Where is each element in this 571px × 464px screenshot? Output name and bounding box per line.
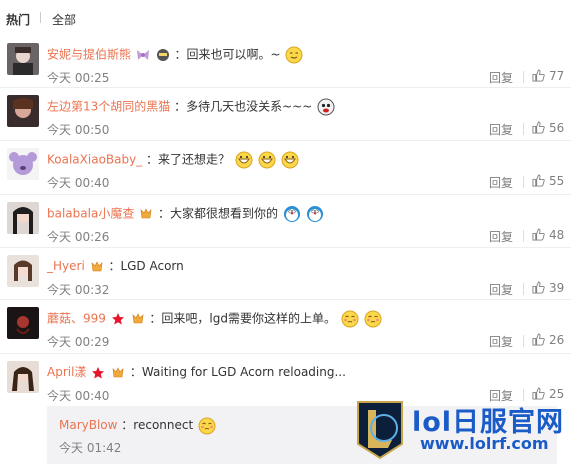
ghost-emoji-icon	[317, 98, 335, 116]
comment-username[interactable]: 安妮与提伯斯熊	[47, 48, 131, 62]
avatar[interactable]	[7, 307, 39, 339]
divider	[523, 71, 524, 83]
thumbs-up-icon	[532, 228, 545, 241]
grin-emoji-icon	[258, 151, 276, 169]
reply-button[interactable]: 回复	[489, 121, 513, 138]
avatar[interactable]	[7, 95, 39, 127]
comment-item: _Hyeri ：LGD Acorn 今天 00:32 回复 39	[0, 248, 571, 300]
member-badge-icon	[139, 207, 153, 221]
avatar[interactable]	[7, 361, 39, 393]
watermark-url: www.lolrf.com	[420, 434, 549, 453]
tab-hot[interactable]: 热门	[6, 11, 30, 28]
shy-emoji-icon	[364, 310, 382, 328]
like-button[interactable]: 26	[532, 333, 564, 347]
comment-item: 安妮与提伯斯熊 ：回来也可以啊。~ 今天 00:25 回复 77	[0, 36, 571, 88]
thumbs-up-icon	[532, 174, 545, 187]
tab-all[interactable]: 全部	[52, 11, 76, 28]
comment-text: ：回来吧，lgd需要你这样的上单。	[149, 311, 336, 326]
avatar[interactable]	[7, 255, 39, 287]
like-button[interactable]: 77	[532, 69, 564, 83]
comment-time: 今天 00:25	[47, 71, 110, 85]
comment-text: ：大家都很想看到你的	[157, 206, 278, 221]
thumbs-up-icon	[532, 333, 545, 346]
like-count: 55	[549, 174, 565, 188]
comment-time: 今天 00:40	[47, 176, 110, 190]
reply-button[interactable]: 回复	[489, 69, 513, 86]
shy-emoji-icon	[341, 310, 359, 328]
star-icon	[91, 366, 105, 380]
comment-time: 今天 00:40	[47, 389, 110, 403]
comment-item: KoalaXiaoBaby_ ：来了还想走？ 今天 00:40 回复 55	[0, 141, 571, 195]
doraemon-emoji-icon	[283, 205, 301, 223]
star-icon	[111, 312, 125, 326]
comment-time: 今天 00:50	[47, 123, 110, 137]
divider	[523, 123, 524, 135]
reply-button[interactable]: 回复	[489, 333, 513, 350]
member-badge-icon	[111, 366, 125, 380]
comment-time: 今天 00:29	[47, 335, 110, 349]
like-count: 26	[549, 333, 565, 347]
reply-button[interactable]: 回复	[489, 281, 513, 298]
doraemon-emoji-icon	[306, 205, 324, 223]
divider	[523, 335, 524, 347]
shy-emoji-icon	[198, 417, 216, 435]
comment-item: 左边第13个胡同的黑猫 ：多待几天也没关系~~~ 今天 00:50 回复 56	[0, 88, 571, 141]
avatar[interactable]	[7, 148, 39, 180]
member-badge-icon	[90, 260, 104, 274]
like-button[interactable]: 55	[532, 174, 564, 188]
comment-username[interactable]: 左边第13个胡同的黑猫	[47, 100, 170, 114]
grin-emoji-icon	[235, 151, 253, 169]
comment-username[interactable]: KoalaXiaoBaby_	[47, 153, 142, 167]
thumbs-up-icon	[532, 69, 545, 82]
like-count: 48	[549, 228, 565, 242]
comment-time: 今天 00:26	[47, 230, 110, 244]
sub-reply-username[interactable]: MaryBlow	[59, 418, 117, 432]
like-button[interactable]: 56	[532, 121, 564, 135]
tab-divider	[40, 12, 41, 23]
thumbs-up-icon	[532, 281, 545, 294]
member-badge-icon	[131, 312, 145, 326]
comment-text: ：多待几天也没关系~~~	[174, 99, 313, 114]
avatar[interactable]	[7, 43, 39, 75]
like-count: 39	[549, 281, 565, 295]
comment-item: 蘑菇、999 ：回来吧，lgd需要你这样的上单。 今天 00:29 回复 26	[0, 300, 571, 354]
comment-text: ：Waiting for LGD Acorn reloading...	[129, 365, 346, 379]
sub-reply-text: ：reconnect	[121, 418, 194, 432]
divider	[523, 283, 524, 295]
comment-username[interactable]: April漾	[47, 365, 86, 379]
bow-icon	[136, 48, 150, 62]
like-count: 56	[549, 121, 565, 135]
comment-username[interactable]: _Hyeri	[47, 259, 85, 273]
avatar[interactable]	[7, 202, 39, 234]
comment-text: ：LGD Acorn	[108, 259, 184, 273]
member-badge-icon	[156, 48, 170, 62]
divider	[523, 230, 524, 242]
reply-button[interactable]: 回复	[489, 174, 513, 191]
comment-text: ：来了还想走？	[146, 152, 231, 167]
like-button[interactable]: 39	[532, 281, 564, 295]
site-watermark: lol日服官网 www.lolrf.com	[354, 398, 571, 464]
divider	[523, 176, 524, 188]
comment-username[interactable]: 蘑菇、999	[47, 312, 106, 326]
sub-reply-time: 今天 01:42	[59, 441, 122, 455]
comment-username[interactable]: balabala小魔查	[47, 207, 134, 221]
comment-time: 今天 00:32	[47, 283, 110, 297]
reply-button[interactable]: 回复	[489, 228, 513, 245]
league-logo-icon	[357, 401, 403, 460]
like-count: 77	[549, 69, 565, 83]
comment-tabs: 热门 全部	[0, 0, 571, 36]
like-button[interactable]: 48	[532, 228, 564, 242]
comment-text: ：回来也可以啊。~	[174, 47, 281, 62]
thumbs-up-icon	[532, 121, 545, 134]
comment-item: balabala小魔查 ：大家都很想看到你的 今天 00:26 回复 48	[0, 195, 571, 248]
smile-emoji-icon	[285, 46, 303, 64]
grin-emoji-icon	[281, 151, 299, 169]
